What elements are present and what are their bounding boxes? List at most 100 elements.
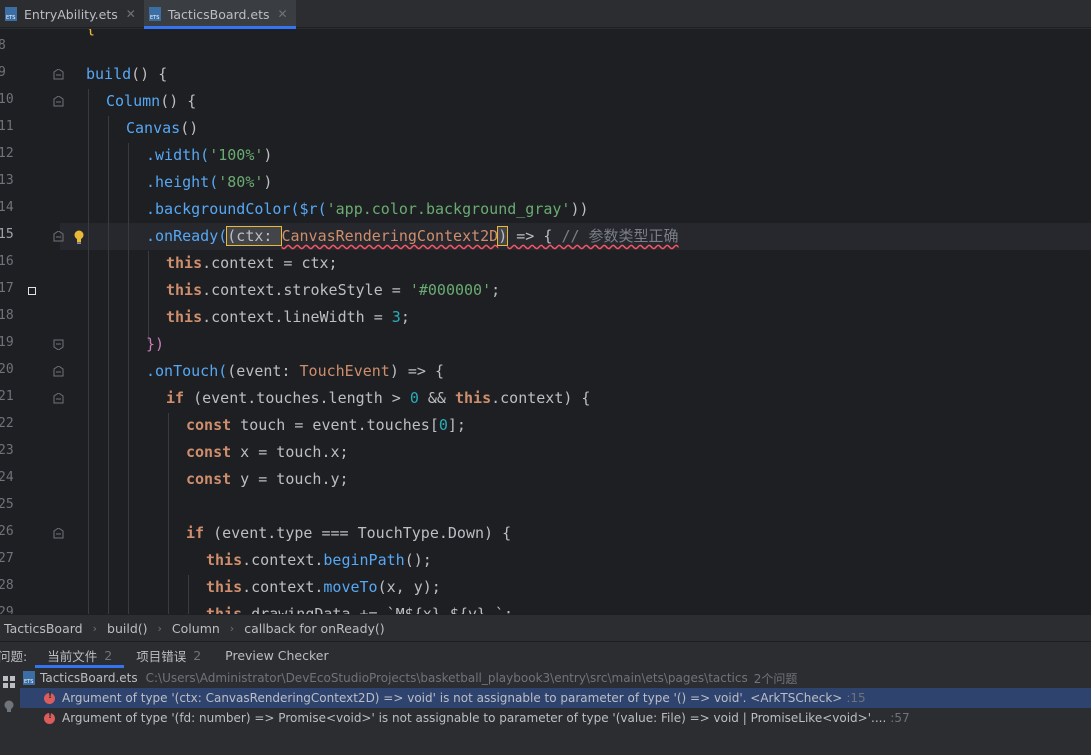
code-line-26: if (event.type === TouchType.Down) { xyxy=(186,524,512,542)
line-number: 27 xyxy=(0,551,14,566)
ets-file-icon: ETS xyxy=(23,671,35,685)
line-number: 16 xyxy=(0,254,14,269)
code-line-16: this.context = ctx; xyxy=(166,254,338,272)
tab-label: TacticsBoard.ets xyxy=(167,6,270,22)
line-number: 15 xyxy=(0,227,14,242)
line-number: 26 xyxy=(0,524,14,539)
line-number: 13 xyxy=(0,173,14,188)
line-number: 23 xyxy=(0,443,14,458)
code-line-8: { xyxy=(86,29,95,42)
code-line-10: Column() { xyxy=(106,92,197,110)
problem-count: 2个问题 xyxy=(753,671,798,686)
problem-location: :15 xyxy=(846,691,866,705)
indent-guide xyxy=(168,413,169,614)
problem-item[interactable]: Argument of type '(fd: number) => Promis… xyxy=(20,708,910,728)
fold-icon[interactable] xyxy=(53,69,64,80)
code-line-13: .height('80%') xyxy=(146,173,273,191)
close-icon[interactable]: ✕ xyxy=(278,7,288,21)
line-gutter: 8 9 10 11 12 13 14 15 16 17 18 19 20 21 … xyxy=(0,29,60,614)
line-number: 25 xyxy=(0,497,14,512)
problems-toolbar xyxy=(0,668,20,755)
problem-message: Argument of type '(fd: number) => Promis… xyxy=(62,711,887,725)
fold-icon[interactable] xyxy=(53,393,64,404)
line-number: 28 xyxy=(0,578,14,593)
error-icon xyxy=(44,691,55,704)
line-number: 19 xyxy=(0,335,14,350)
problem-file-name: TacticsBoard.ets xyxy=(40,671,138,685)
svg-text:ETS: ETS xyxy=(6,15,15,21)
tab-project-errors[interactable]: 项目错误 2 xyxy=(124,642,213,668)
problem-file-row[interactable]: ETS TacticsBoard.ets C:\Users\Administra… xyxy=(22,668,797,688)
fold-icon[interactable] xyxy=(53,366,64,377)
ets-file-icon: ETS xyxy=(148,7,161,21)
chevron-right-icon: › xyxy=(229,621,235,635)
line-number: 14 xyxy=(0,200,14,215)
code-line-29: this.drawingData += `M${x},${y} `; xyxy=(206,605,514,614)
code-line-24: const y = touch.y; xyxy=(186,470,349,488)
code-line-22: const touch = event.touches[0]; xyxy=(186,416,466,434)
line-number: 10 xyxy=(0,92,14,107)
indent-guide xyxy=(148,251,149,341)
fold-end-icon[interactable] xyxy=(53,339,64,350)
code-line-28: this.context.moveTo(x, y); xyxy=(206,578,441,596)
svg-text:ETS: ETS xyxy=(150,15,159,21)
problem-item[interactable]: Argument of type '(ctx: CanvasRenderingC… xyxy=(20,688,1091,708)
tab-entryability[interactable]: ETS EntryAbility.ets ✕ xyxy=(0,0,144,28)
breadcrumb-item[interactable]: TacticsBoard xyxy=(0,621,87,636)
line-number: 21 xyxy=(0,389,14,404)
lightbulb-icon[interactable] xyxy=(73,230,85,244)
code-line-17: this.context.strokeStyle = '#000000'; xyxy=(166,281,501,299)
fold-icon[interactable] xyxy=(53,231,64,242)
problems-label: 问题: xyxy=(0,648,28,664)
problems-tab-bar: 问题: 当前文件 2 项目错误 2 Preview Checker xyxy=(0,642,1091,668)
line-number: 18 xyxy=(0,308,14,323)
indent-guide xyxy=(88,89,89,614)
tab-current-file[interactable]: 当前文件 2 xyxy=(35,642,125,668)
code-line-23: const x = touch.x; xyxy=(186,443,349,461)
code-editor[interactable]: 8 9 10 11 12 13 14 15 16 17 18 19 20 21 … xyxy=(0,29,1091,614)
svg-text:ETS: ETS xyxy=(24,679,33,685)
code-line-20: .onTouch((event: TouchEvent) => { xyxy=(146,362,445,380)
line-number: 29 xyxy=(0,605,14,614)
group-icon[interactable] xyxy=(3,676,15,688)
tab-tacticsboard[interactable]: ETS TacticsBoard.ets ✕ xyxy=(143,0,296,29)
line-number: 11 xyxy=(0,119,14,134)
chevron-right-icon: › xyxy=(157,621,162,635)
code-line-18: this.context.lineWidth = 3; xyxy=(166,308,410,326)
code-line-14: .backgroundColor($r('app.color.backgroun… xyxy=(146,200,589,218)
problem-location: :57 xyxy=(890,711,910,725)
fold-icon[interactable] xyxy=(53,96,64,107)
tab-preview-checker[interactable]: Preview Checker xyxy=(213,642,340,668)
breadcrumb-item[interactable]: build() xyxy=(103,621,152,636)
indent-guide xyxy=(128,143,129,614)
error-icon xyxy=(44,711,55,724)
code-line-21: if (event.touches.length > 0 && this.con… xyxy=(166,389,591,407)
line-number: 17 xyxy=(0,281,14,296)
fold-icon[interactable] xyxy=(53,528,64,539)
lightbulb-icon[interactable] xyxy=(3,700,15,714)
chevron-right-icon: › xyxy=(92,621,98,635)
code-line-9: build() { xyxy=(86,65,168,83)
breadcrumb-item[interactable]: callback for onReady() xyxy=(240,621,388,636)
line-number: 22 xyxy=(0,416,14,431)
problem-file-path: C:\Users\Administrator\DevEcoStudioProje… xyxy=(145,671,748,685)
code-line-27: this.context.beginPath(); xyxy=(206,551,432,569)
code-line-19: }) xyxy=(146,335,165,353)
tab-label: EntryAbility.ets xyxy=(24,6,118,22)
code-line-12: .width('100%') xyxy=(146,146,273,164)
line-number: 12 xyxy=(0,146,14,161)
editor-tab-bar: ETS EntryAbility.ets ✕ ETS TacticsBoard.… xyxy=(0,0,1091,29)
code-line-15: .onReady((ctx: CanvasRenderingContext2D)… xyxy=(146,226,679,246)
line-number: 9 xyxy=(0,65,6,80)
breadcrumb-item[interactable]: Column xyxy=(168,621,224,636)
indent-guide xyxy=(108,116,109,614)
line-number: 20 xyxy=(0,362,14,377)
code-line-11: Canvas() xyxy=(126,119,199,137)
close-icon[interactable]: ✕ xyxy=(126,7,136,21)
problems-panel: 问题: 当前文件 2 项目错误 2 Preview Checker ETS Tact… xyxy=(0,641,1091,755)
breadcrumb: TacticsBoard › build() › Column › callba… xyxy=(0,614,1091,641)
problem-message: Argument of type '(ctx: CanvasRenderingC… xyxy=(62,691,843,705)
ets-file-icon: ETS xyxy=(5,7,17,21)
line-number: 24 xyxy=(0,470,14,485)
bookmark-marker[interactable] xyxy=(28,287,36,295)
